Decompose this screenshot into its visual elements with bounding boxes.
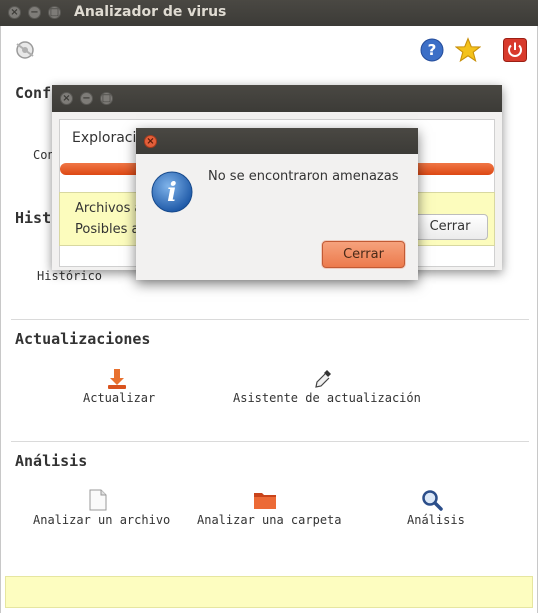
close-icon: × — [146, 136, 155, 147]
file-icon[interactable] — [89, 489, 107, 511]
actualizar-button[interactable]: Actualizar — [83, 391, 155, 405]
minimize-icon: − — [30, 7, 39, 18]
analisis-button[interactable]: Análisis — [407, 513, 465, 527]
close-window-button[interactable]: × — [8, 6, 21, 19]
folder-icon[interactable] — [253, 490, 277, 510]
power-icon[interactable] — [503, 38, 527, 62]
divider — [11, 319, 529, 320]
scan-close-button[interactable]: × — [60, 92, 73, 105]
eyedropper-wizard-icon[interactable] — [313, 368, 333, 390]
section-title-configuracion: Conf — [15, 84, 52, 102]
historico-item[interactable]: Histórico — [37, 269, 102, 283]
divider — [11, 441, 529, 442]
section-title-analisis: Análisis — [15, 452, 88, 470]
favorite-star-icon[interactable] — [455, 37, 481, 63]
scan-minimize-button[interactable]: − — [80, 92, 93, 105]
close-icon: × — [10, 7, 19, 18]
magnifier-icon[interactable] — [421, 489, 443, 511]
status-bar — [5, 576, 533, 608]
scan-files-label: Archivos a — [75, 201, 143, 216]
minimize-window-button[interactable]: − — [28, 6, 41, 19]
scan-threats-label: Posibles a — [75, 222, 140, 237]
info-icon: i — [151, 171, 193, 213]
analizar-archivo-button[interactable]: Analizar un archivo — [33, 513, 170, 527]
settings-icon[interactable] — [13, 38, 37, 62]
section-title-historico: Hist — [15, 209, 52, 227]
minimize-icon: − — [82, 93, 91, 104]
analizar-carpeta-button[interactable]: Analizar una carpeta — [197, 513, 342, 527]
message-text: No se encontraron amenazas — [208, 169, 399, 184]
maximize-icon: □ — [101, 93, 112, 104]
scan-close-dialog-button[interactable]: Cerrar — [412, 214, 488, 240]
download-update-icon[interactable] — [107, 368, 127, 390]
scan-dialog-titlebar: × − □ — [52, 85, 502, 112]
scan-maximize-button[interactable]: □ — [100, 92, 113, 105]
message-close-button[interactable]: × — [144, 135, 157, 148]
close-icon: × — [62, 93, 71, 104]
asistente-actualizacion-button[interactable]: Asistente de actualización — [233, 391, 421, 405]
message-close-dialog-button[interactable]: Cerrar — [322, 241, 405, 268]
maximize-window-button[interactable]: □ — [48, 6, 61, 19]
window-title: Analizador de virus — [74, 4, 227, 20]
message-dialog: × i No se encontraron amenazas Cerrar — [136, 128, 418, 280]
message-dialog-titlebar: × — [136, 128, 418, 154]
svg-text:?: ? — [428, 41, 437, 59]
scan-heading: Exploraci — [72, 130, 137, 146]
section-title-actualizaciones: Actualizaciones — [15, 330, 151, 348]
window-titlebar: × − □ Analizador de virus — [0, 0, 538, 26]
help-icon[interactable]: ? — [420, 38, 444, 62]
maximize-icon: □ — [49, 7, 60, 18]
svg-text:i: i — [167, 178, 177, 208]
